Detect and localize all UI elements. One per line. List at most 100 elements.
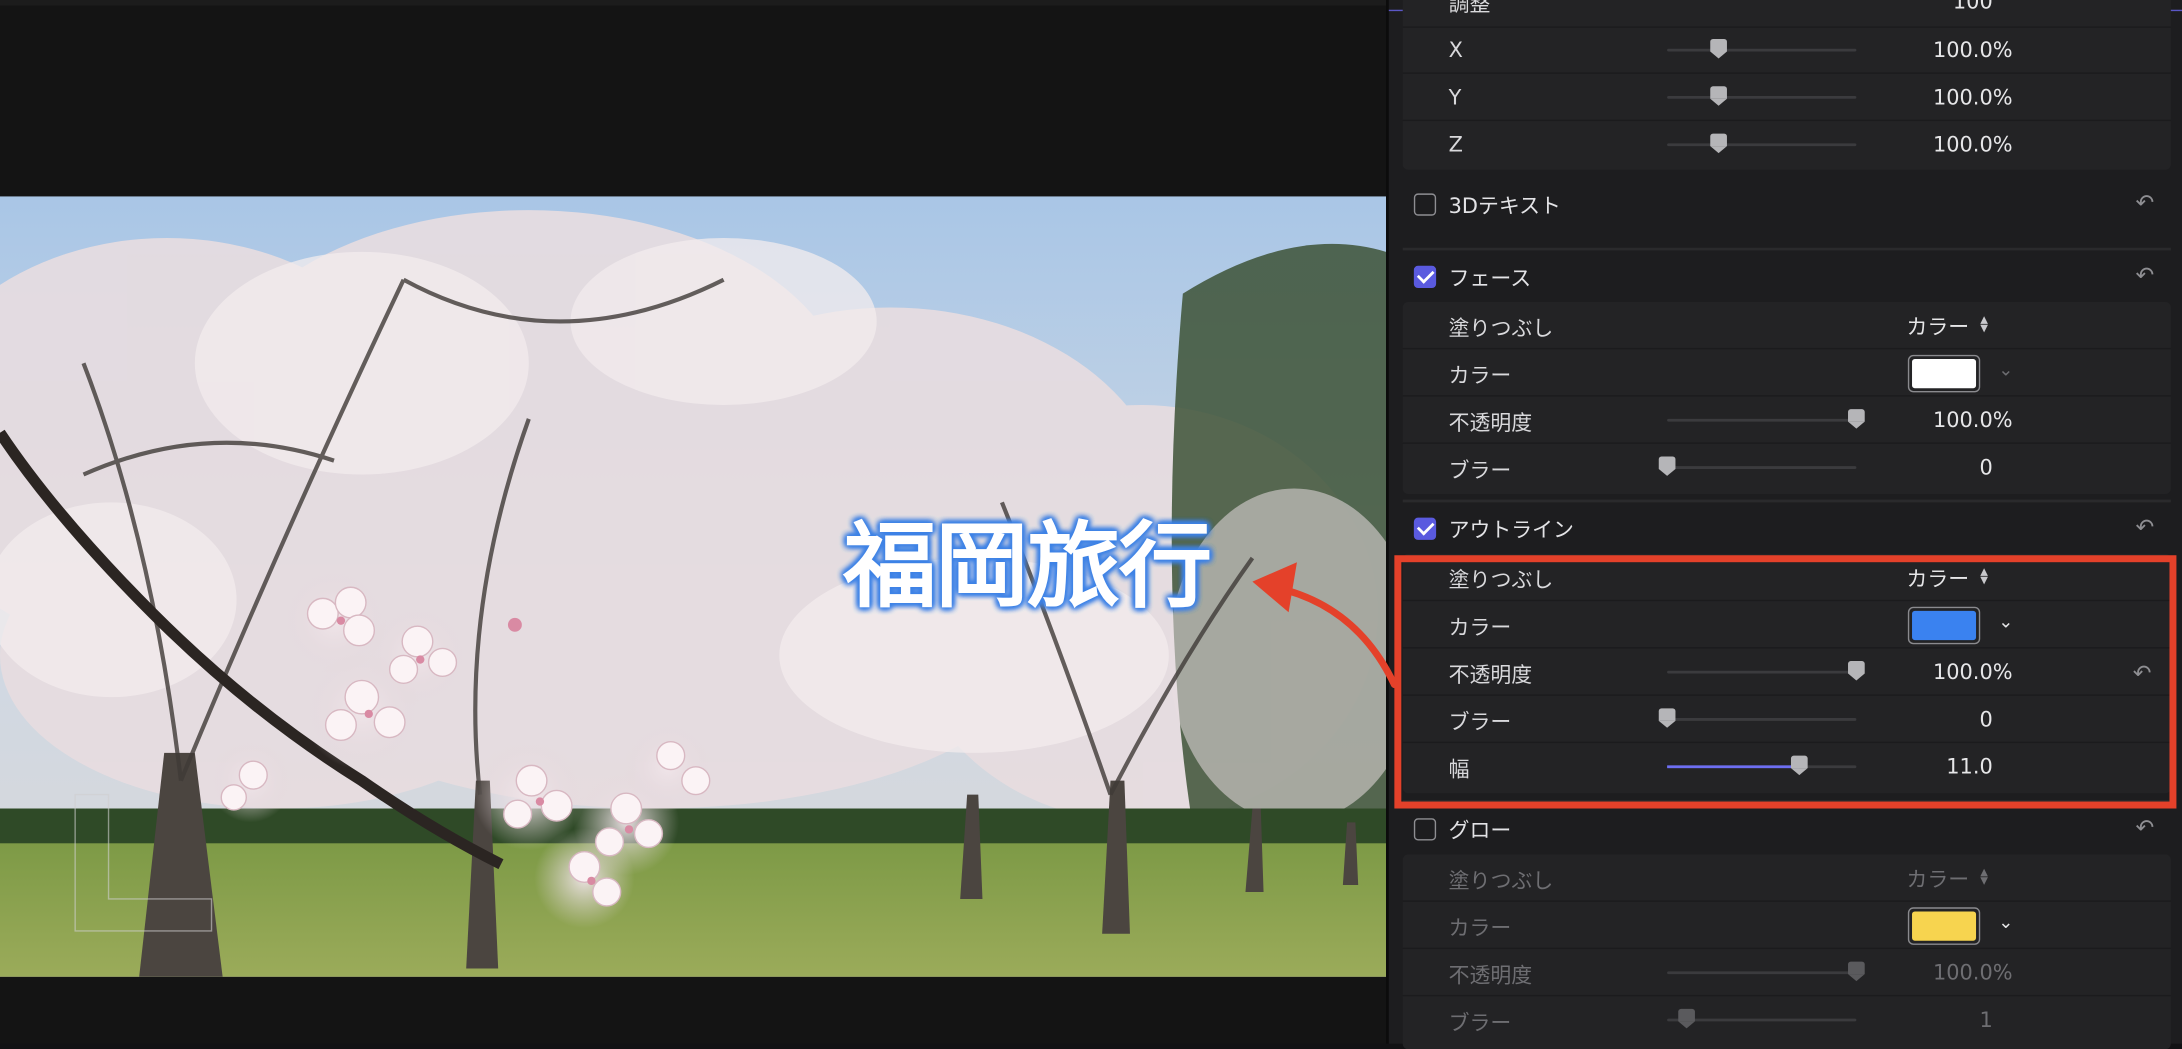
glow-color-swatch[interactable]: [1907, 907, 1981, 945]
face-fill-label: 塗りつぶし: [1448, 315, 1554, 341]
section-3d-text-title: 3Dテキスト: [1448, 193, 1561, 219]
glow-blur-slider[interactable]: [1667, 1008, 1857, 1029]
slider-knob[interactable]: [1848, 409, 1865, 429]
glow-blur-label: ブラー: [1448, 1010, 1512, 1036]
outline-color-swatch[interactable]: [1907, 606, 1981, 645]
outline-blur-label: ブラー: [1448, 709, 1512, 735]
slider-knob[interactable]: [1658, 456, 1676, 476]
glow-opacity-value[interactable]: 100.0: [1933, 960, 1993, 985]
outline-blur-row: ブラー 0: [1402, 696, 2171, 744]
glow-blur-value[interactable]: 1: [1979, 1008, 1992, 1033]
reset-arrow-icon[interactable]: ↶: [2133, 660, 2152, 686]
outline-fill-row: 塗りつぶし カラー ▴ ▾: [1402, 554, 2171, 602]
checkbox-icon[interactable]: [1413, 193, 1437, 216]
slider-knob[interactable]: [1848, 661, 1865, 681]
chevron-down-icon[interactable]: ⌄: [1998, 612, 2013, 633]
swatch-fill: [1912, 911, 1977, 941]
outline-opacity-unit: %: [1992, 659, 2013, 685]
scale-group: 調整 100 X 100.0 % Y 100.0 % Z 100.0 %: [1402, 0, 2171, 170]
glow-opacity-row: 不透明度 100.0 %: [1402, 949, 2171, 997]
outline-fill-label: 塗りつぶし: [1448, 567, 1554, 593]
face-blur-row: ブラー 0: [1403, 444, 2171, 491]
outline-fill-value: カラー: [1906, 566, 1970, 592]
face-group: 塗りつぶし カラー ▴ ▾ カラー ⌄ 不透明度 100.0 % ブラー 0: [1402, 301, 2171, 495]
reset-arrow-icon[interactable]: ↶: [2136, 262, 2155, 288]
glow-group: 塗りつぶし カラー ▴ ▾ カラー ⌄ 不透明度 100.0 % ブラー 1: [1402, 854, 2171, 1049]
outline-opacity-slider[interactable]: [1667, 661, 1865, 681]
slider-knob[interactable]: [1658, 708, 1676, 728]
scale-x-slider[interactable]: [1667, 38, 1857, 59]
checkbox-icon[interactable]: [1413, 818, 1437, 841]
slider-knob[interactable]: [1709, 38, 1727, 59]
checkbox-icon[interactable]: [1413, 265, 1437, 289]
checkbox-icon[interactable]: [1413, 517, 1437, 540]
scale-header-label: 調整: [1448, 0, 1491, 17]
outline-color-label: カラー: [1448, 615, 1512, 641]
slider-knob[interactable]: [1848, 961, 1865, 982]
scale-z-value[interactable]: 100.0: [1933, 132, 1993, 157]
title-overlay-text[interactable]: 福岡旅行: [843, 520, 1247, 613]
face-color-swatch[interactable]: [1907, 354, 1981, 393]
face-fill-popup[interactable]: カラー ▴ ▾: [1906, 312, 1987, 341]
scale-z-label: Z: [1448, 132, 1463, 158]
outline-blur-value[interactable]: 0: [1979, 707, 1992, 732]
swatch-fill: [1912, 610, 1977, 641]
glow-opacity-slider[interactable]: [1667, 961, 1865, 982]
up-down-arrows-icon: ▴ ▾: [1980, 310, 1988, 337]
face-opacity-unit: %: [1992, 407, 2013, 433]
inspector-panel: 調整 100 X 100.0 % Y 100.0 % Z 100.0 % 3Dテ…: [1386, 0, 2182, 1049]
face-blur-value[interactable]: 0: [1979, 455, 1992, 480]
slider-knob[interactable]: [1791, 755, 1808, 776]
face-color-row: カラー ⌄: [1402, 349, 2171, 397]
glow-color-label: カラー: [1448, 915, 1512, 941]
scale-header-value: 100: [1952, 0, 1993, 14]
video-viewer: 福岡旅行: [0, 0, 1387, 1044]
face-fill-row: 塗りつぶし カラー ▴ ▾: [1402, 302, 2171, 350]
slider-fill: [1667, 765, 1800, 769]
reset-arrow-icon[interactable]: ↶: [2136, 189, 2155, 215]
outline-fill-popup[interactable]: カラー ▴ ▾: [1906, 564, 1987, 593]
scale-z-slider[interactable]: [1667, 133, 1857, 154]
section-face-title: フェース: [1448, 265, 1532, 291]
section-glow-title: グロー: [1448, 818, 1512, 844]
glow-color-row: カラー ⌄: [1402, 902, 2171, 950]
scale-y-label: Y: [1448, 84, 1462, 110]
reset-arrow-icon[interactable]: ↶: [2136, 513, 2155, 539]
outline-opacity-row: 不透明度 100.0 % ↶: [1402, 648, 2171, 696]
face-blur-slider[interactable]: [1658, 456, 1857, 476]
glow-fill-popup[interactable]: カラー ▴ ▾: [1906, 864, 1987, 893]
chevron-down-icon[interactable]: ⌄: [1998, 913, 2013, 934]
outline-width-row: 幅 11.0: [1403, 743, 2171, 790]
section-face: フェース ↶: [1403, 250, 2171, 303]
section-glow: グロー ↶: [1403, 803, 2171, 856]
glow-opacity-label: 不透明度: [1448, 962, 1533, 989]
annotation-arrow-icon: [1252, 562, 1398, 689]
glow-opacity-unit: %: [1992, 960, 2013, 986]
glow-fill-row: 塗りつぶし カラー ▴ ▾: [1402, 854, 2171, 902]
slider-knob[interactable]: [1677, 1008, 1695, 1029]
up-down-arrows-icon: ▴ ▾: [1980, 862, 1988, 890]
slider-knob[interactable]: [1709, 133, 1727, 154]
outline-width-slider[interactable]: [1667, 755, 1857, 776]
glow-fill-value: カラー: [1906, 866, 1970, 893]
face-color-label: カラー: [1448, 363, 1512, 389]
reset-arrow-icon[interactable]: ↶: [2136, 814, 2155, 840]
scale-x-row: X 100.0 %: [1402, 26, 2171, 74]
scale-x-value[interactable]: 100.0: [1933, 38, 1993, 63]
outline-opacity-label: 不透明度: [1448, 662, 1533, 688]
outline-opacity-value[interactable]: 100.0: [1933, 660, 1993, 685]
scale-y-slider[interactable]: [1667, 86, 1857, 106]
scale-y-row: Y 100.0 %: [1402, 74, 2171, 122]
scale-x-unit: %: [1992, 37, 2013, 63]
outline-width-label: 幅: [1448, 757, 1470, 783]
outline-blur-slider[interactable]: [1658, 708, 1857, 728]
outline-width-value[interactable]: 11.0: [1946, 754, 1992, 779]
scale-z-unit: %: [1992, 132, 2013, 158]
face-opacity-value[interactable]: 100.0: [1933, 408, 1993, 433]
face-opacity-slider[interactable]: [1667, 409, 1865, 429]
face-blur-label: ブラー: [1448, 457, 1512, 483]
scale-y-value[interactable]: 100.0: [1933, 85, 1993, 110]
chevron-down-icon[interactable]: ⌄: [1998, 360, 2013, 381]
slider-knob[interactable]: [1709, 86, 1727, 106]
section-outline: アウトライン ↶: [1403, 502, 2171, 555]
